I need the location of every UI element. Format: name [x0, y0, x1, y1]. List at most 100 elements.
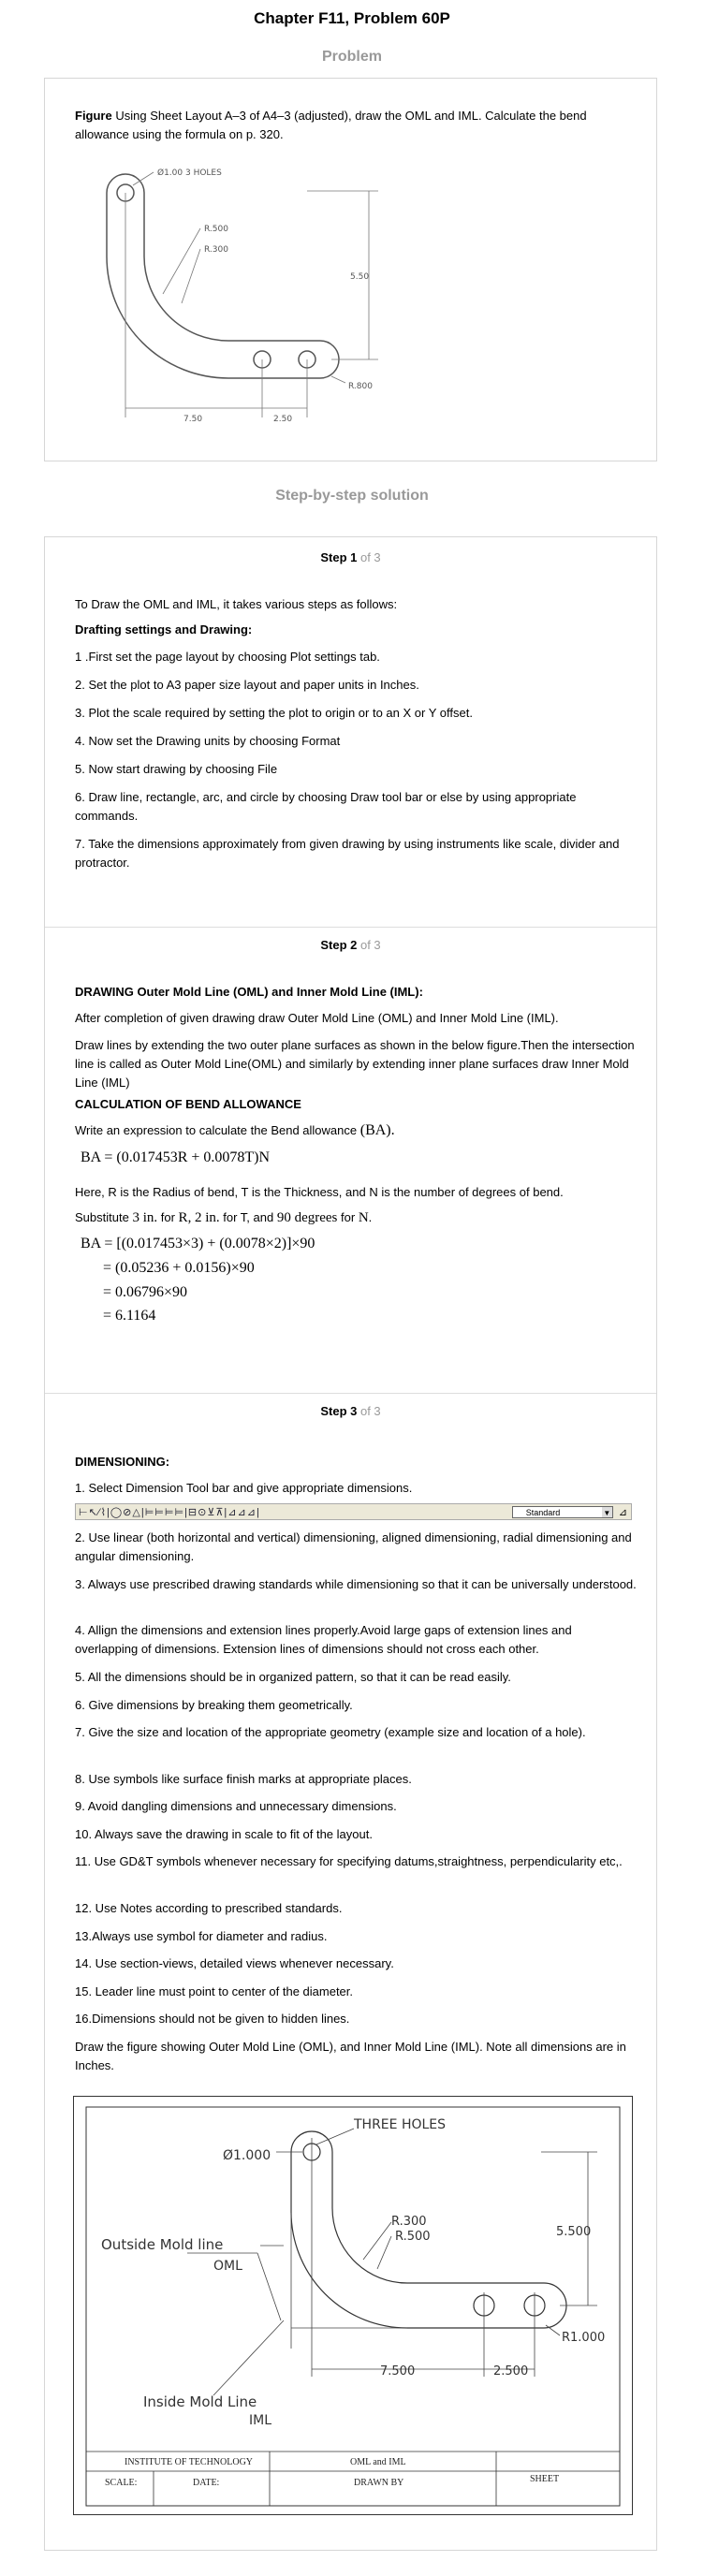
toolbar-icons: ⊢↖⁄⌇|◯⊘△|⊨⊨⊨⊨|⊟⊙⊻⊼|⊿⊿⊿| [79, 1506, 260, 1518]
step3-item-12: 12. Use Notes according to prescribed st… [75, 1901, 343, 1915]
sub-a: Substitute [75, 1210, 129, 1224]
oml-label: OML [213, 2259, 242, 2274]
h550-label: 5.500 [556, 2225, 591, 2239]
step3-item-14: 14. Use section-views, detailed views wh… [75, 1956, 394, 1970]
sub-d: R [178, 1210, 188, 1225]
calc-line-3: = 0.06796×90 [103, 1284, 188, 1300]
dia-label: Ø1.000 [223, 2148, 271, 2163]
three-holes-label: THREE HOLES [353, 2117, 446, 2132]
step1-item-2: 2. Set the plot to A3 paper size layout … [75, 678, 419, 692]
step1-label: Step 1 [320, 550, 358, 564]
iml-label: IML [249, 2413, 271, 2428]
step2-p2: Draw lines by extending the two outer pl… [75, 1038, 635, 1090]
step2-subhead2: CALCULATION OF BEND ALLOWANCE [75, 1097, 301, 1111]
dimstyle-select[interactable]: Standard ▼ [511, 1505, 613, 1518]
w250-label: 2.500 [493, 2364, 528, 2378]
step1-heading: Step 1 of 3 [45, 550, 656, 564]
solution-heading: Step-by-step solution [275, 488, 429, 504]
step3-item-3: 3. Always use prescribed drawing standar… [75, 1577, 637, 1591]
step2-p1: After completion of given drawing draw O… [75, 1011, 559, 1025]
sub-b: 3 in. [132, 1210, 158, 1225]
ba-formula: BA = (0.017453R + 0.0078T)N [81, 1149, 271, 1165]
r300-label: R.300 [391, 2215, 427, 2229]
problem-card: Figure Using Sheet Layout A–3 of A4–3 (a… [44, 78, 657, 461]
inside-label: Inside Mold Line [143, 2393, 257, 2410]
step1-subhead: Drafting settings and Drawing: [75, 622, 253, 637]
sub-e: , [187, 1210, 192, 1225]
dimstyle-value: Standard [525, 1507, 561, 1517]
step3-item-1: 1. Select Dimension Tool bar and give ap… [75, 1481, 413, 1495]
dimension-toolbar: ⊢↖⁄⌇|◯⊘△|⊨⊨⊨⊨|⊟⊙⊻⊼|⊿⊿⊿| Standard ▼ ⊿ [75, 1503, 632, 1520]
sub-c: for [160, 1210, 175, 1224]
sub-g: for T, and [223, 1210, 274, 1224]
step1-item-5: 5. Now start drawing by choosing File [75, 762, 278, 776]
step3-of: of 3 [357, 1404, 381, 1418]
tb-title: OML and IML [350, 2457, 406, 2467]
w750-label: 7.500 [380, 2364, 415, 2378]
step3-item-11: 11. Use GD&T symbols whenever necessary … [75, 1854, 623, 1868]
step3-item-9: 9. Avoid dangling dimensions and unneces… [75, 1799, 397, 1813]
step1-intro: To Draw the OML and IML, it takes variou… [75, 597, 398, 611]
tb-scale: SCALE: [105, 2478, 137, 2488]
dimstyle-icon[interactable]: ⊿ [615, 1506, 631, 1518]
step3-item-13: 13.Always use symbol for diameter and ra… [75, 1929, 328, 1943]
sub-j: N [358, 1210, 369, 1225]
tb-drawn: DRAWN BY [354, 2478, 403, 2488]
step3-item-16: 16.Dimensions should not be given to hid… [75, 2012, 350, 2026]
step-divider [45, 927, 656, 928]
r300-label: R.300 [204, 245, 228, 255]
step3-item-4: 4. Allign the dimensions and extension l… [75, 1623, 572, 1656]
sub-k: . [368, 1210, 373, 1224]
step2-of: of 3 [357, 938, 381, 952]
step2-label: Step 2 [320, 938, 358, 952]
step3-final-text: Draw the figure showing Outer Mold Line … [75, 2040, 626, 2072]
chapter-title: Chapter F11, Problem 60P [254, 9, 450, 27]
step2-p3: Write an expression to calculate the Ben… [75, 1121, 637, 1140]
outside-label: Outside Mold line [101, 2236, 223, 2253]
sub-h: 90 degrees [276, 1210, 338, 1225]
r500-label: R.500 [204, 225, 228, 234]
solution-page: Chapter F11, Problem 60P Problem Figure … [0, 0, 704, 2576]
steps-card: Step 1 of 3 To Draw the OML and IML, it … [44, 536, 657, 2551]
step3-item-5: 5. All the dimensions should be in organ… [75, 1670, 511, 1684]
figure-label: Figure [75, 109, 112, 123]
calc-line-4: = 6.1164 [103, 1308, 156, 1324]
step3-subhead: DIMENSIONING: [75, 1455, 170, 1469]
step3-item-10: 10. Always save the drawing in scale to … [75, 1827, 373, 1841]
tb-sheet: SHEET [530, 2474, 559, 2484]
calc-line-2: = (0.05236 + 0.0156)×90 [103, 1260, 255, 1276]
problem-text: Figure Using Sheet Layout A–3 of A4–3 (a… [75, 107, 637, 144]
chevron-down-icon: ▼ [601, 1506, 612, 1517]
problem-figure: Ø1.00 3 HOLES R.500 R.300 5.50 7.50 2.50… [106, 168, 378, 424]
w750-label: 7.50 [183, 415, 202, 424]
step3-heading: Step 3 of 3 [45, 1404, 656, 1418]
step1-of: of 3 [357, 550, 381, 564]
step2-p3-math: (BA). [359, 1122, 395, 1138]
sub-i: for [341, 1210, 356, 1224]
step1-item-1: 1 .First set the page layout by choosing… [75, 650, 380, 664]
r800-label: R.800 [348, 382, 373, 391]
tb-institute: INSTITUTE OF TECHNOLOGY [125, 2457, 253, 2467]
r1000-label: R1.000 [562, 2331, 605, 2345]
problem-body: Using Sheet Layout A–3 of A4–3 (adjusted… [75, 109, 587, 141]
calc-line-1: BA = [(0.017453×3) + (0.0078×2)]×90 [81, 1236, 315, 1251]
r500-label: R.500 [395, 2230, 431, 2244]
step2-p4: Here, R is the Radius of bend, T is the … [75, 1185, 564, 1199]
problem-heading: Problem [321, 49, 382, 65]
tb-date: DATE: [193, 2478, 219, 2488]
step-divider [45, 1393, 656, 1394]
step2-p3-text: Write an expression to calculate the Ben… [75, 1123, 358, 1137]
oml-iml-drawing: THREE HOLES Ø1.000 R.300 R.500 5.500 Out… [73, 2096, 633, 2515]
h550-label: 5.50 [350, 272, 369, 282]
step1-item-7: 7. Take the dimensions approximately fro… [75, 837, 620, 870]
step3-item-15: 15. Leader line must point to center of … [75, 1984, 354, 1998]
step3-item-2: 2. Use linear (both horizontal and verti… [75, 1530, 632, 1563]
step1-item-3: 3. Plot the scale required by setting th… [75, 706, 473, 720]
w250-label: 2.50 [273, 415, 292, 424]
step3-item-6: 6. Give dimensions by breaking them geom… [75, 1698, 353, 1712]
step3-item-8: 8. Use symbols like surface finish marks… [75, 1772, 412, 1786]
holes-label: Ø1.00 3 HOLES [157, 168, 222, 178]
step3-label: Step 3 [320, 1404, 358, 1418]
step3-item-7: 7. Give the size and location of the app… [75, 1725, 586, 1739]
step1-item-4: 4. Now set the Drawing units by choosing… [75, 734, 341, 748]
